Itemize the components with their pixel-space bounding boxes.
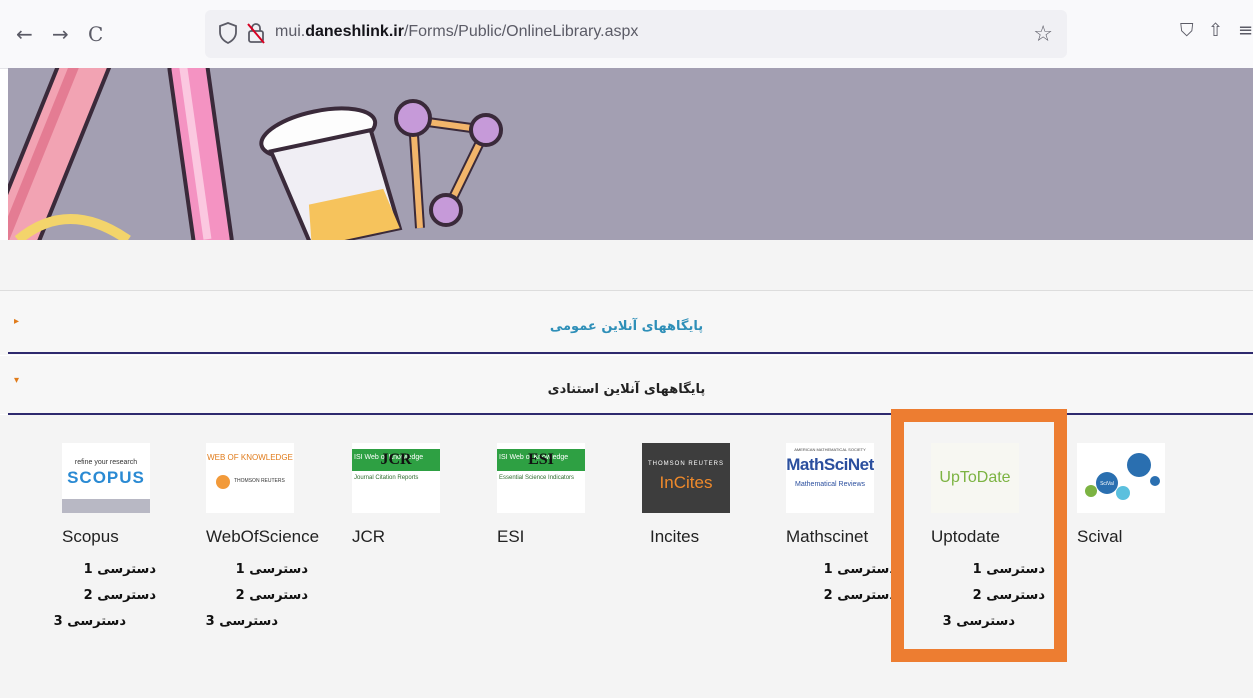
database-item-webofscience: WEB OF KNOWLEDGE THOMSON REUTERS WebOfSc… [206,443,336,635]
access-link-1[interactable]: دسترسی 1 [973,562,1045,577]
incites-logo-top: THOMSON REUTERS [647,461,724,467]
citation-database-list: refine your research SCOPUS Scopus دسترس… [0,415,1253,698]
database-item-scival: SciVal Scival [1077,443,1207,547]
access-link-3[interactable]: دسترسی 3 [206,614,278,629]
database-item-esi: ISI Web of Knowledge ESI Essential Scien… [497,443,627,547]
back-icon[interactable]: ← [16,20,33,48]
url-path: /Forms/Public/OnlineLibrary.aspx [403,23,639,40]
incites-logo[interactable]: THOMSON REUTERS InCites [642,443,730,513]
access-link-1[interactable]: دسترسی 1 [84,562,156,577]
esi-logo-text: ESI [528,451,554,468]
database-item-jcr: ISI Web of Knowledge JCR Journal Citatio… [352,443,482,547]
access-link-2[interactable]: دسترسی 2 [824,588,896,603]
mathscinet-logo[interactable]: AMERICAN MATHEMATICAL SOCIETY MathSciNet… [786,443,874,513]
scival-logo-text: SciVal [1100,481,1114,487]
access-link-3[interactable]: دسترسی 3 [943,614,1015,629]
accordion-citation-title[interactable]: پایگاههای آنلاین استنادی [0,382,1253,397]
mathscinet-logo-text: MathSciNet [786,455,874,474]
database-item-scopus: refine your research SCOPUS Scopus دسترس… [54,443,192,635]
access-link-1[interactable]: دسترسی 1 [824,562,896,577]
access-links: دسترسی 1 دسترسی 2 دسترسی 3 [921,557,1045,635]
bookmark-star-icon[interactable]: ☆ [1033,22,1053,47]
database-name[interactable]: Scopus [62,527,192,547]
divider [8,352,1253,354]
esi-logo[interactable]: ISI Web of Knowledge ESI Essential Scien… [497,443,585,513]
banner-spacer [0,240,1253,290]
database-name[interactable]: ESI [497,527,627,547]
browser-toolbar: ← → C mui.daneshlink.ir/Forms/Public/Onl… [0,0,1253,69]
mathscinet-logo-sub: Mathematical Reviews [794,481,866,488]
access-link-3[interactable]: دسترسی 3 [54,614,126,629]
wos-logo-title: WEB OF KNOWLEDGE [207,453,293,462]
access-links: دسترسی 1 دسترسی 2 دسترسی 3 [32,557,156,635]
database-item-uptodate: UpToDate Uptodate دسترسی 1 دسترسی 2 دستر… [931,443,1061,635]
forward-icon[interactable]: → [52,20,69,48]
accordion-general[interactable]: ▸ پایگاههای آنلاین عمومی [0,290,1253,355]
banner-illustration [8,68,503,240]
database-name[interactable]: Mathscinet [786,527,916,547]
jcr-logo-text: JCR [380,451,412,468]
reload-icon[interactable]: C [88,20,103,48]
database-item-incites: THOMSON REUTERS InCites Incites [642,443,772,547]
database-item-mathscinet: AMERICAN MATHEMATICAL SOCIETY MathSciNet… [786,443,916,609]
access-link-1[interactable]: دسترسی 1 [236,562,308,577]
url-text[interactable]: mui.daneshlink.ir/Forms/Public/OnlineLib… [275,23,638,41]
access-links: دسترسی 1 دسترسی 2 [772,557,896,609]
incites-logo-text: InCites [659,473,713,492]
mathscinet-logo-top: AMERICAN MATHEMATICAL SOCIETY [794,447,866,452]
database-name[interactable]: Incites [650,527,772,547]
esi-logo-sub: Essential Science Indicators [499,475,575,481]
access-link-2[interactable]: دسترسی 2 [84,588,156,603]
jcr-logo[interactable]: ISI Web of Knowledge JCR Journal Citatio… [352,443,440,513]
uptodate-logo[interactable]: UpToDate [931,443,1019,513]
access-link-2[interactable]: دسترسی 2 [973,588,1045,603]
database-name[interactable]: WebOfScience [206,527,336,547]
database-name[interactable]: JCR [352,527,482,547]
scopus-logo-tagline: refine your research [74,459,138,466]
scopus-logo-text: SCOPUS [67,468,145,487]
scival-logo[interactable]: SciVal [1077,443,1165,513]
access-link-2[interactable]: دسترسی 2 [236,588,308,603]
header-banner [8,68,1253,240]
url-domain: daneshlink.ir [305,23,404,40]
insecure-lock-icon[interactable] [245,21,267,45]
shield-icon[interactable] [217,21,239,45]
webofscience-logo[interactable]: WEB OF KNOWLEDGE THOMSON REUTERS [206,443,294,513]
database-name[interactable]: Uptodate [931,527,1061,547]
scopus-logo[interactable]: refine your research SCOPUS [62,443,150,513]
database-name[interactable]: Scival [1077,527,1207,547]
jcr-logo-sub: Journal Citation Reports [354,475,419,481]
wos-logo-sub: THOMSON REUTERS [234,478,285,484]
pocket-icon[interactable]: ⛉ [1180,20,1194,41]
accordion-citation[interactable]: ▾ پایگاههای آنلاین استنادی [0,356,1253,414]
accordion-general-title[interactable]: پایگاههای آنلاین عمومی [0,319,1253,334]
share-icon[interactable]: ⇧ [1208,20,1223,41]
scival-logo-graphic: SciVal [1085,453,1160,500]
uptodate-logo-text: UpToDate [939,469,1011,486]
access-links: دسترسی 1 دسترسی 2 دسترسی 3 [184,557,308,635]
url-host-prefix: mui. [275,23,306,40]
menu-icon[interactable]: ≡ [1238,20,1253,41]
address-bar[interactable]: mui.daneshlink.ir/Forms/Public/OnlineLib… [205,10,1067,58]
